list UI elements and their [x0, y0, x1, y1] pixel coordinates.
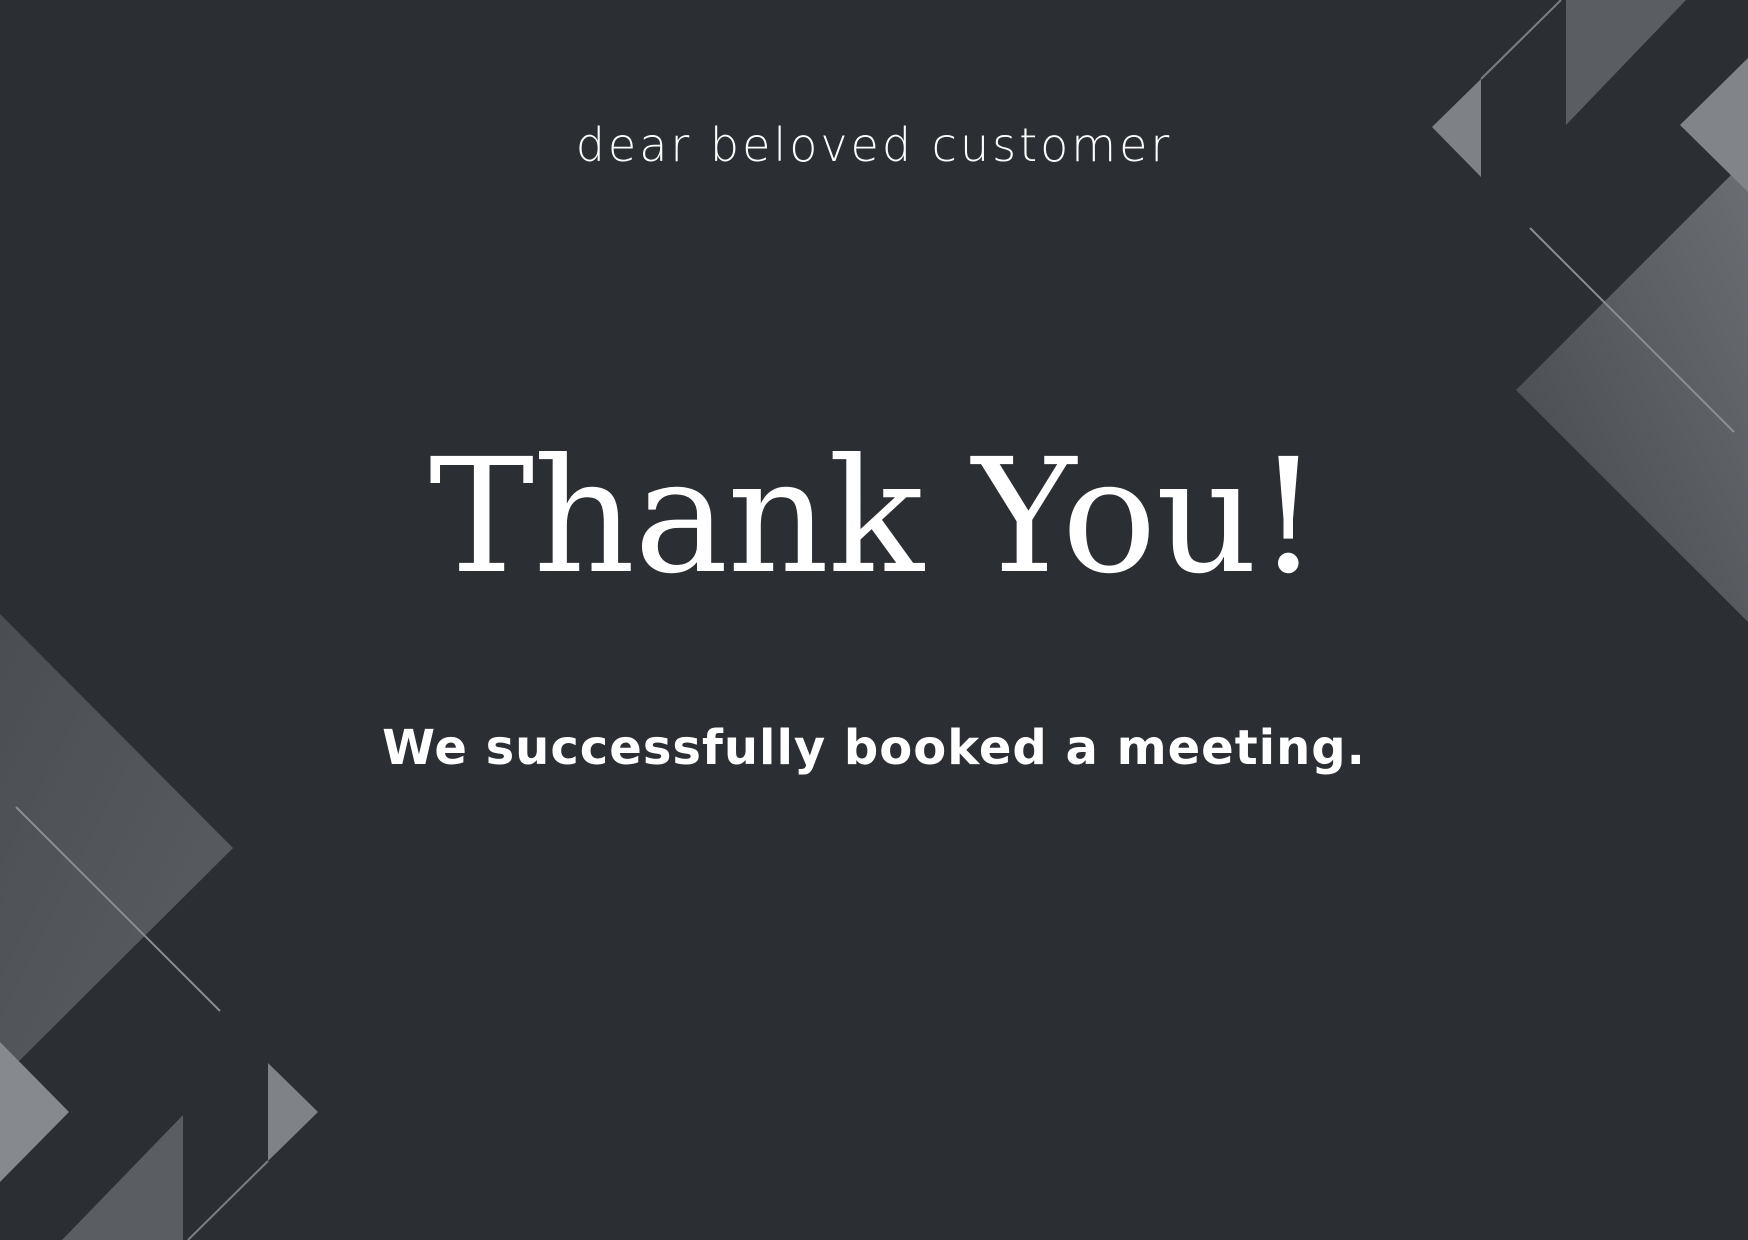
bottom-left-bottom-triangle	[62, 1115, 183, 1240]
bottom-left-large-diamond	[0, 614, 233, 1080]
confirmation-message: We successfully booked a meeting.	[382, 720, 1366, 776]
geometric-decoration	[0, 0, 1748, 1240]
thank-you-headline: Thank You!	[428, 425, 1320, 609]
thank-you-card: dear beloved customer Thank You! We succ…	[0, 0, 1748, 1240]
bottom-left-small-triangle	[268, 1063, 318, 1161]
greeting-text: dear beloved customer	[575, 118, 1173, 172]
top-right-thin-line	[1480, 0, 1562, 80]
bottom-left-shapes	[0, 614, 318, 1240]
top-right-top-triangle	[1566, 0, 1686, 125]
bottom-left-edge-diamond	[0, 1042, 69, 1182]
bottom-left-thin-line	[187, 1160, 269, 1240]
